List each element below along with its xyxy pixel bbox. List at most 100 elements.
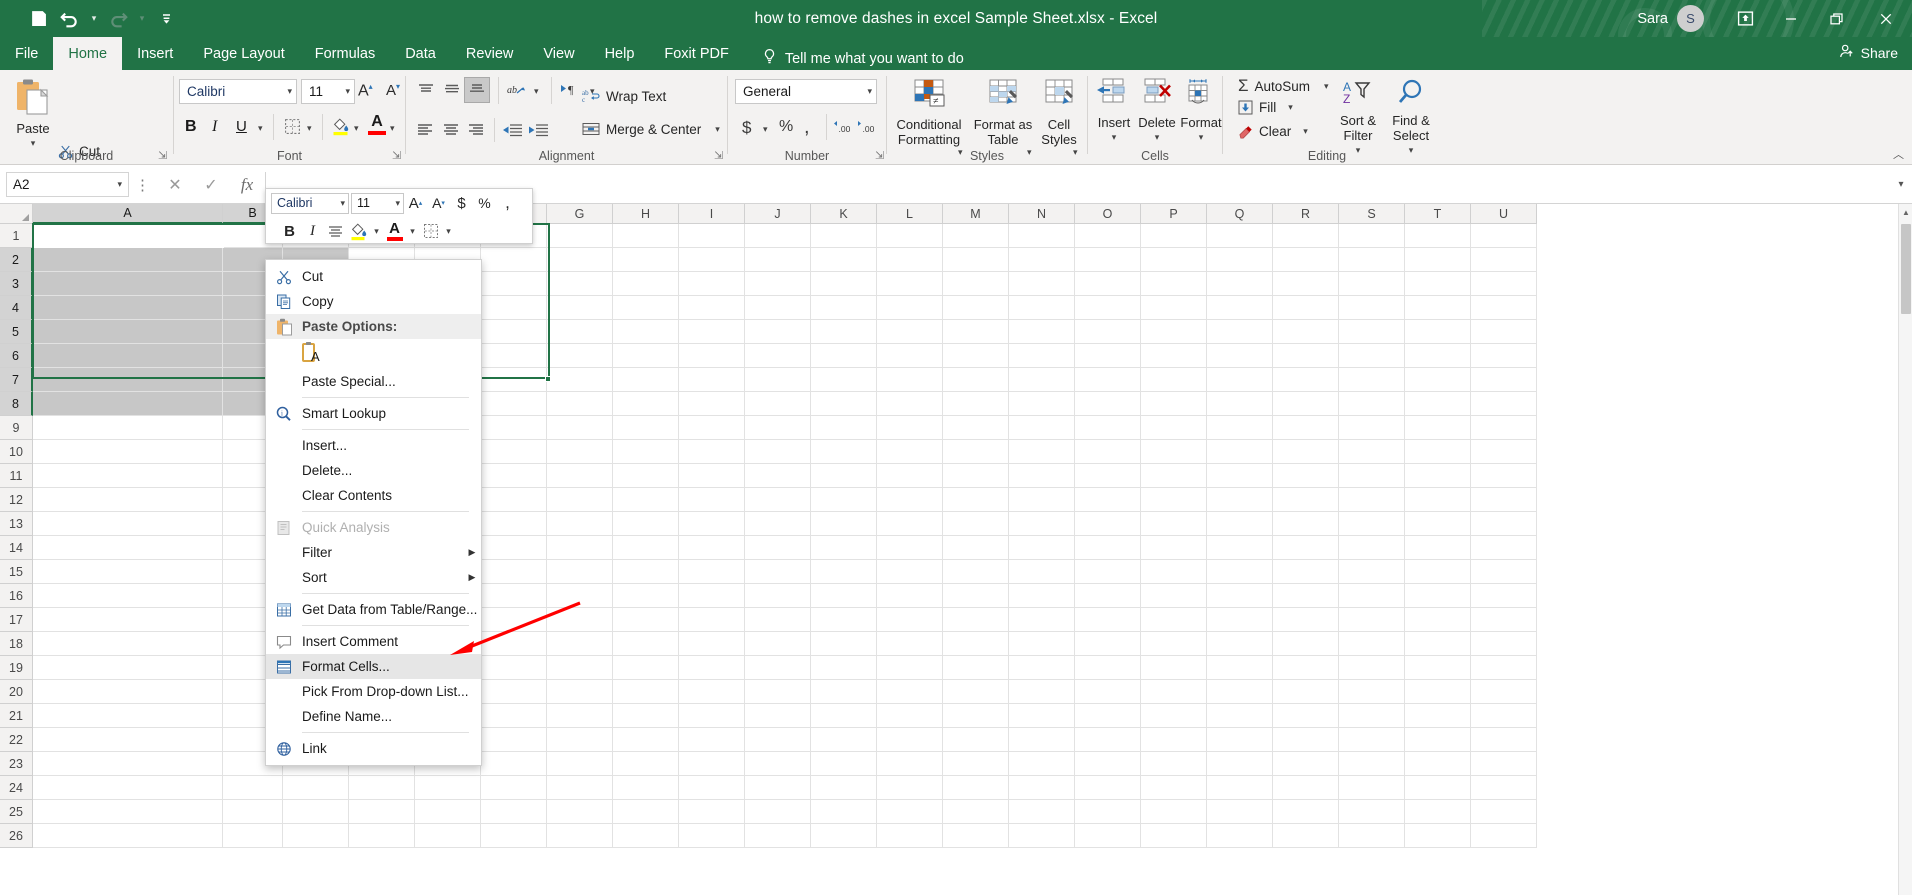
cell-G15[interactable]: [547, 560, 613, 584]
cell-R4[interactable]: [1273, 296, 1339, 320]
font-size-combo[interactable]: 11 ▾: [301, 79, 355, 104]
mini-percent-style-button[interactable]: %: [473, 192, 496, 215]
cell-O17[interactable]: [1075, 608, 1141, 632]
cell-L12[interactable]: [877, 488, 943, 512]
cell-Q24[interactable]: [1207, 776, 1273, 800]
cell-P1[interactable]: [1141, 224, 1207, 248]
column-header-m[interactable]: M: [943, 204, 1009, 224]
save-icon[interactable]: [22, 4, 54, 34]
grow-font-button[interactable]: A▴: [358, 82, 373, 100]
mini-shrink-font-button[interactable]: A ▾: [427, 192, 450, 215]
cell-U15[interactable]: [1471, 560, 1537, 584]
cell-I5[interactable]: [679, 320, 745, 344]
cell-H22[interactable]: [613, 728, 679, 752]
cell-I2[interactable]: [679, 248, 745, 272]
mini-borders-button[interactable]: [419, 220, 442, 243]
cell-T16[interactable]: [1405, 584, 1471, 608]
format-as-table-button[interactable]: Format as Table: [971, 78, 1035, 147]
cell-K11[interactable]: [811, 464, 877, 488]
context-menu-item-sort[interactable]: Sort ▶: [266, 565, 481, 590]
row-header-2[interactable]: 2: [0, 248, 33, 272]
row-header-4[interactable]: 4: [0, 296, 33, 320]
cell-N19[interactable]: [1009, 656, 1075, 680]
cell-L18[interactable]: [877, 632, 943, 656]
cell-Q10[interactable]: [1207, 440, 1273, 464]
column-header-i[interactable]: I: [679, 204, 745, 224]
cell-F14[interactable]: [481, 536, 547, 560]
cell-M23[interactable]: [943, 752, 1009, 776]
cell-A22[interactable]: [33, 728, 223, 752]
accounting-dropdown-icon[interactable]: ▾: [763, 124, 768, 135]
cell-H18[interactable]: [613, 632, 679, 656]
cell-N20[interactable]: [1009, 680, 1075, 704]
cell-G3[interactable]: [547, 272, 613, 296]
cell-S7[interactable]: [1339, 368, 1405, 392]
column-header-k[interactable]: K: [811, 204, 877, 224]
cell-H9[interactable]: [613, 416, 679, 440]
orientation-dropdown-icon[interactable]: ▾: [534, 86, 539, 97]
cell-U5[interactable]: [1471, 320, 1537, 344]
cell-M19[interactable]: [943, 656, 1009, 680]
cell-P10[interactable]: [1141, 440, 1207, 464]
cell-L24[interactable]: [877, 776, 943, 800]
borders-dropdown-icon[interactable]: ▾: [307, 123, 312, 134]
cell-P13[interactable]: [1141, 512, 1207, 536]
cell-R18[interactable]: [1273, 632, 1339, 656]
cell-U9[interactable]: [1471, 416, 1537, 440]
cell-J18[interactable]: [745, 632, 811, 656]
cell-M21[interactable]: [943, 704, 1009, 728]
cell-J11[interactable]: [745, 464, 811, 488]
cell-G12[interactable]: [547, 488, 613, 512]
cell-Q2[interactable]: [1207, 248, 1273, 272]
cell-U17[interactable]: [1471, 608, 1537, 632]
cell-H19[interactable]: [613, 656, 679, 680]
cell-G4[interactable]: [547, 296, 613, 320]
cell-L4[interactable]: [877, 296, 943, 320]
cell-I4[interactable]: [679, 296, 745, 320]
cell-F24[interactable]: [481, 776, 547, 800]
cell-F15[interactable]: [481, 560, 547, 584]
row-header-16[interactable]: 16: [0, 584, 33, 608]
cell-K16[interactable]: [811, 584, 877, 608]
increase-indent-button[interactable]: [527, 122, 549, 144]
cell-Q21[interactable]: [1207, 704, 1273, 728]
cell-Q25[interactable]: [1207, 800, 1273, 824]
cell-F19[interactable]: [481, 656, 547, 680]
cell-S19[interactable]: [1339, 656, 1405, 680]
row-header-5[interactable]: 5: [0, 320, 33, 344]
cell-S16[interactable]: [1339, 584, 1405, 608]
cell-F12[interactable]: [481, 488, 547, 512]
cell-M7[interactable]: [943, 368, 1009, 392]
cell-A12[interactable]: [33, 488, 223, 512]
cell-N11[interactable]: [1009, 464, 1075, 488]
find-select-button[interactable]: Find & Select ▾: [1384, 78, 1438, 158]
row-header-24[interactable]: 24: [0, 776, 33, 800]
cell-G18[interactable]: [547, 632, 613, 656]
cell-F25[interactable]: [481, 800, 547, 824]
cell-G22[interactable]: [547, 728, 613, 752]
cell-T12[interactable]: [1405, 488, 1471, 512]
cell-A10[interactable]: [33, 440, 223, 464]
cell-F26[interactable]: [481, 824, 547, 848]
paste-values-icon[interactable]: A: [302, 341, 481, 368]
column-header-r[interactable]: R: [1273, 204, 1339, 224]
tab-help[interactable]: Help: [590, 37, 650, 70]
cell-J25[interactable]: [745, 800, 811, 824]
cell-O12[interactable]: [1075, 488, 1141, 512]
cell-L19[interactable]: [877, 656, 943, 680]
column-header-t[interactable]: T: [1405, 204, 1471, 224]
mini-font-color-dropdown-icon[interactable]: ▾: [406, 220, 419, 243]
cell-F2[interactable]: [481, 248, 547, 272]
ribbon-collapse-icon[interactable]: ︿: [1893, 146, 1904, 162]
cell-U25[interactable]: [1471, 800, 1537, 824]
tab-insert[interactable]: Insert: [122, 37, 188, 70]
chevron-down-icon[interactable]: ▾: [390, 198, 400, 209]
avatar[interactable]: S: [1677, 5, 1704, 32]
align-right-button[interactable]: [467, 122, 486, 144]
cell-F22[interactable]: [481, 728, 547, 752]
name-box[interactable]: A2 ▾: [6, 172, 129, 197]
cell-J8[interactable]: [745, 392, 811, 416]
select-all-corner[interactable]: [0, 204, 33, 224]
cell-O4[interactable]: [1075, 296, 1141, 320]
cell-R17[interactable]: [1273, 608, 1339, 632]
